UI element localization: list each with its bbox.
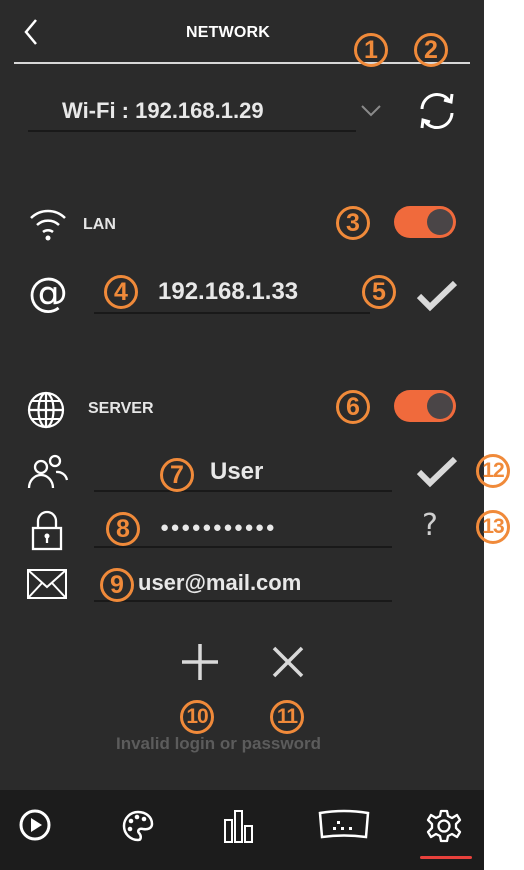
back-icon xyxy=(24,19,37,45)
lock-icon xyxy=(31,510,63,551)
refresh-icon xyxy=(420,92,454,130)
callout-7: 7 xyxy=(160,458,194,492)
display-icon[interactable] xyxy=(316,808,372,842)
login-check-icon[interactable] xyxy=(414,454,460,488)
play-icon[interactable] xyxy=(18,808,52,842)
password-help-button[interactable]: ? xyxy=(422,508,438,543)
refresh-button[interactable] xyxy=(414,88,460,134)
wifi-dropdown[interactable]: Wi-Fi : 192.168.1.29 xyxy=(28,90,398,134)
close-icon[interactable] xyxy=(270,644,306,680)
callout-8: 8 xyxy=(106,512,140,546)
back-button[interactable] xyxy=(16,14,46,50)
mail-icon xyxy=(27,569,67,599)
error-message: Invalid login or password xyxy=(116,734,321,753)
callout-1: 1 xyxy=(354,33,388,67)
wifi-icon xyxy=(30,209,66,241)
username-field[interactable]: User xyxy=(94,452,394,492)
globe-icon xyxy=(27,391,65,429)
callout-4: 4 xyxy=(104,275,138,309)
page-title: NETWORK xyxy=(186,24,271,41)
check-icon[interactable] xyxy=(414,278,460,312)
callout-11: 11 xyxy=(270,700,304,734)
callout-10: 10 xyxy=(180,700,214,734)
header-divider xyxy=(14,62,470,64)
callout-13: 13 xyxy=(476,510,510,544)
active-tab-indicator xyxy=(420,856,472,859)
email-field[interactable]: user@mail.com xyxy=(94,564,394,604)
server-toggle[interactable] xyxy=(394,390,456,422)
lan-ip-field[interactable]: 192.168.1.33 xyxy=(94,274,394,314)
lan-ip-value: 192.168.1.33 xyxy=(158,278,299,305)
callout-6: 6 xyxy=(336,390,370,424)
plus-icon[interactable] xyxy=(178,640,222,684)
callout-3: 3 xyxy=(336,206,370,240)
callout-5: 5 xyxy=(362,275,396,309)
email-value: user@mail.com xyxy=(138,570,302,595)
username-value: User xyxy=(210,458,264,485)
password-value: ●●●●●●●●●●● xyxy=(160,519,277,536)
callout-9: 9 xyxy=(100,568,134,602)
svg-text:@: @ xyxy=(28,272,68,314)
users-icon xyxy=(27,454,69,489)
wifi-dropdown-value: Wi-Fi : 192.168.1.29 xyxy=(62,98,264,123)
callout-12: 12 xyxy=(476,454,510,488)
at-icon: @ xyxy=(28,272,68,314)
callout-2: 2 xyxy=(414,33,448,67)
lan-label: LAN xyxy=(83,216,116,233)
dropdown-chevron-icon xyxy=(361,105,381,117)
equalizer-icon[interactable] xyxy=(222,808,258,844)
lan-toggle[interactable] xyxy=(394,206,456,238)
settings-icon[interactable] xyxy=(426,808,462,844)
palette-icon[interactable] xyxy=(120,808,156,844)
server-label: SERVER xyxy=(88,400,154,417)
app-screen: NETWORK Wi-Fi : 192.168.1.29 LAN @ 192.1… xyxy=(0,0,484,870)
